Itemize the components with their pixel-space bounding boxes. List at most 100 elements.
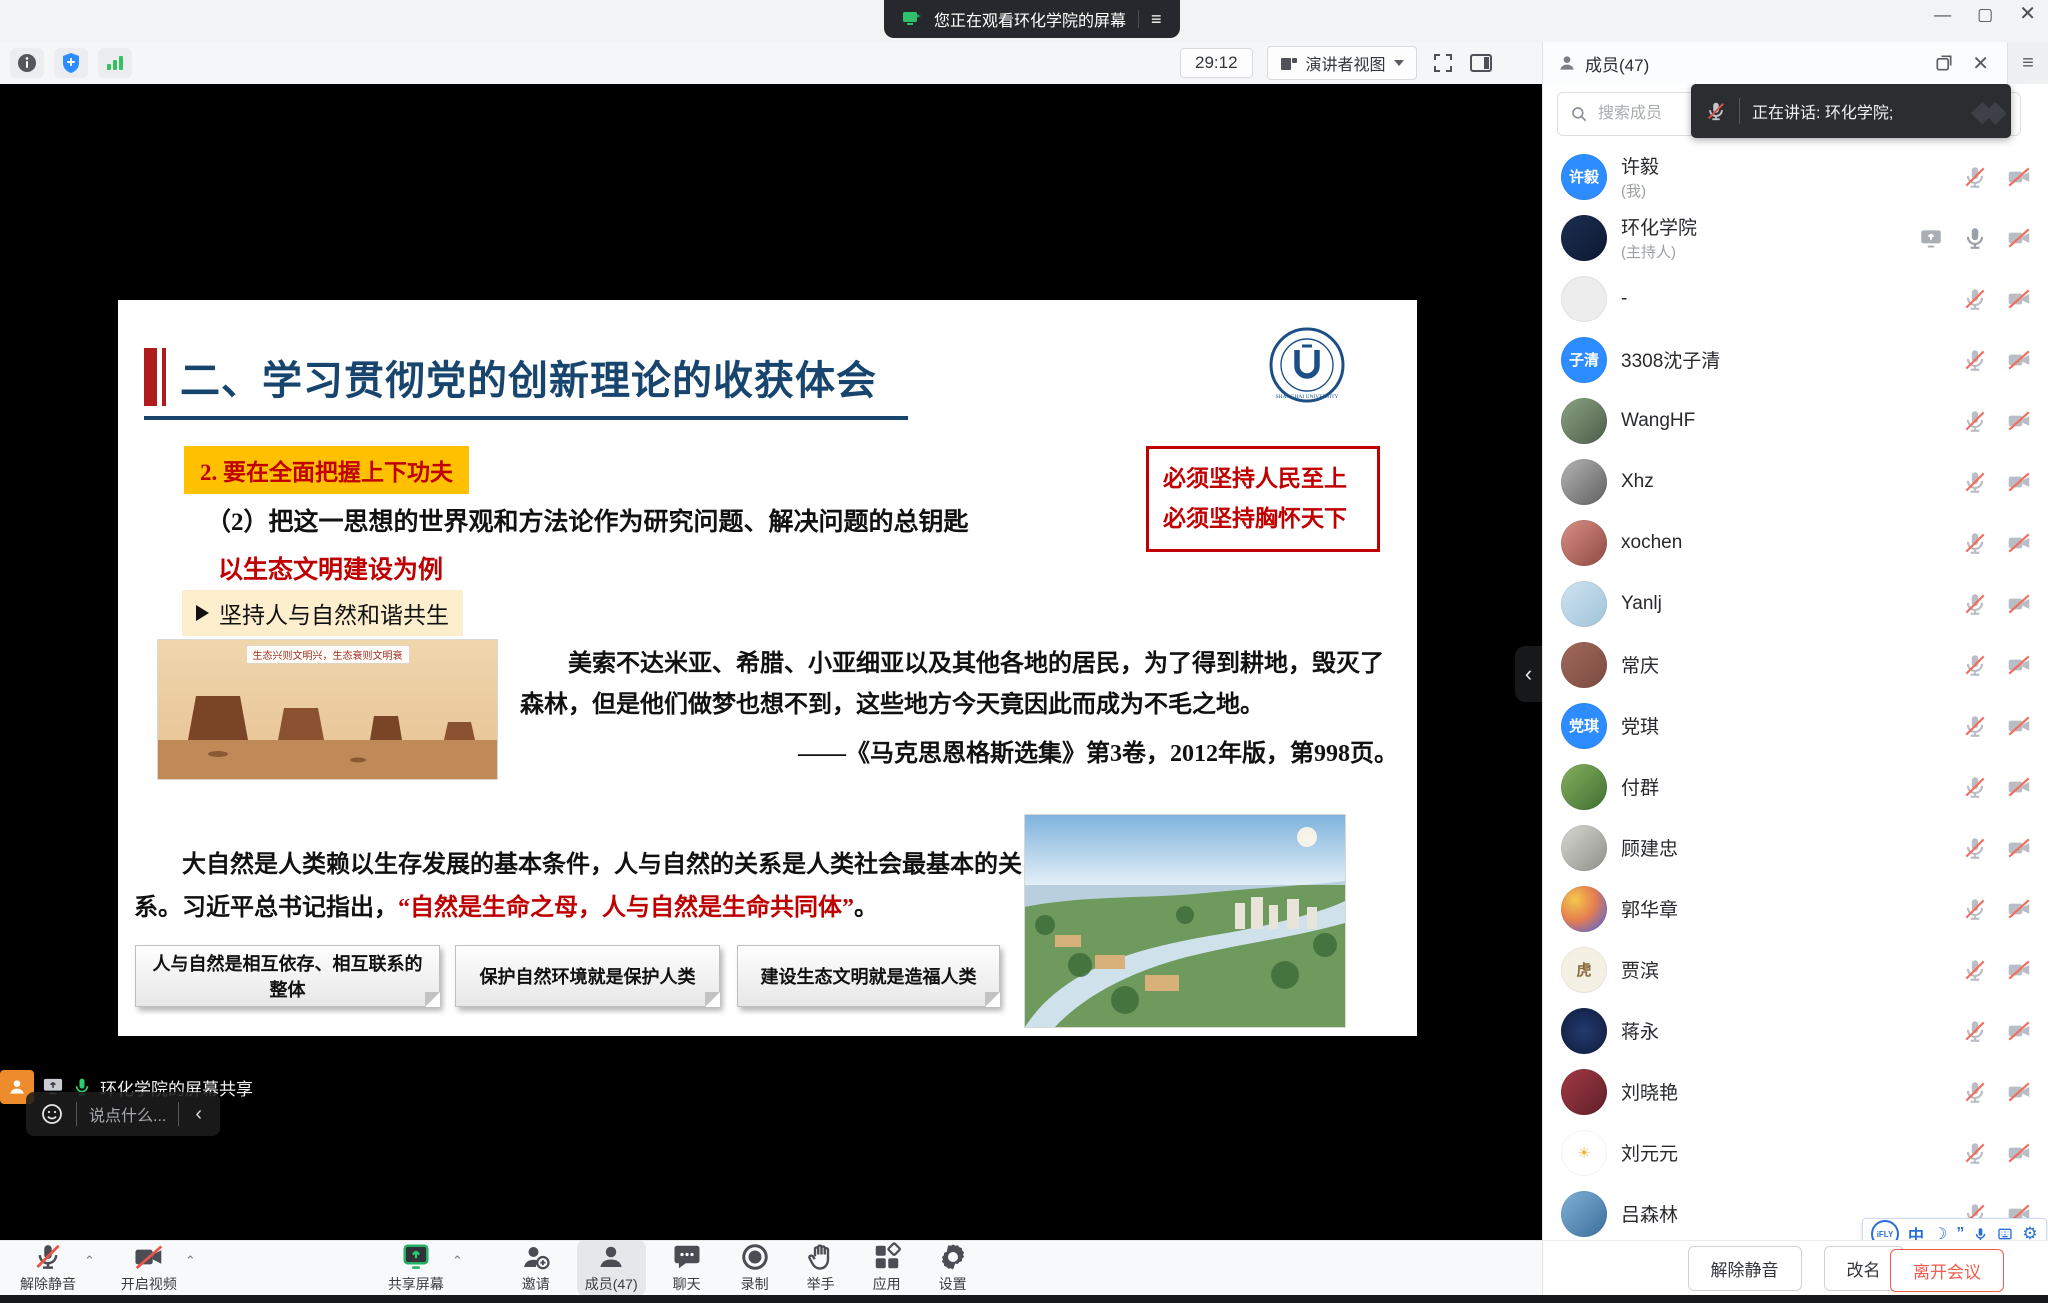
apps-button[interactable]: 应用 bbox=[864, 1240, 910, 1296]
member-row[interactable]: Yanlj bbox=[1543, 573, 2048, 634]
mic-muted-icon[interactable] bbox=[1962, 774, 1988, 800]
member-row[interactable]: 党琪 党琪 bbox=[1543, 695, 2048, 756]
camera-muted-icon[interactable] bbox=[2006, 957, 2032, 983]
chat-collapse-icon[interactable]: ‹ bbox=[191, 1103, 206, 1126]
mic-muted-icon[interactable] bbox=[1962, 469, 1988, 495]
mic-muted-icon[interactable] bbox=[1962, 713, 1988, 739]
camera-muted-icon[interactable] bbox=[2006, 713, 2032, 739]
mic-muted-icon[interactable] bbox=[1962, 164, 1988, 190]
unmute-button[interactable]: 解除静音 bbox=[1688, 1246, 1802, 1291]
share-options-chevron[interactable]: ⌃ bbox=[452, 1253, 463, 1269]
member-row[interactable]: 子清 3308沈子清 bbox=[1543, 329, 2048, 390]
members-button[interactable]: 成员(47) bbox=[577, 1240, 646, 1296]
camera-muted-icon[interactable] bbox=[2006, 530, 2032, 556]
fullscreen-icon[interactable] bbox=[1431, 51, 1455, 75]
network-signal-icon[interactable] bbox=[98, 48, 132, 78]
mic-muted-icon[interactable] bbox=[1962, 1018, 1988, 1044]
camera-muted-icon[interactable] bbox=[2006, 469, 2032, 495]
stage-collapse-handle[interactable]: ‹ bbox=[1515, 646, 1542, 702]
mic-muted-icon[interactable] bbox=[1962, 835, 1988, 861]
member-row[interactable]: 顾建忠 bbox=[1543, 817, 2048, 878]
mic-muted-icon[interactable] bbox=[1962, 591, 1988, 617]
mic-muted-icon[interactable] bbox=[1962, 286, 1988, 312]
camera-muted-icon[interactable] bbox=[2006, 347, 2032, 373]
member-row[interactable]: ☀ 刘元元 bbox=[1543, 1122, 2048, 1183]
emoji-icon[interactable] bbox=[40, 1102, 64, 1126]
video-options-chevron[interactable]: ⌃ bbox=[185, 1253, 196, 1269]
mic-on-icon[interactable] bbox=[1962, 225, 1988, 251]
mic-muted-icon[interactable] bbox=[1962, 1140, 1988, 1166]
camera-muted-icon[interactable] bbox=[2006, 286, 2032, 312]
member-row[interactable]: xochen bbox=[1543, 512, 2048, 573]
topbar-right-controls: 29:12 演讲者视图 bbox=[1180, 42, 1493, 84]
camera-muted-icon[interactable] bbox=[2006, 896, 2032, 922]
camera-muted-icon[interactable] bbox=[2006, 1140, 2032, 1166]
member-row[interactable]: 虎 贾滨 bbox=[1543, 939, 2048, 1000]
close-icon[interactable]: ✕ bbox=[2019, 4, 2036, 24]
camera-muted-icon[interactable] bbox=[2006, 835, 2032, 861]
camera-muted-icon[interactable] bbox=[2006, 164, 2032, 190]
member-row[interactable]: 刘晓艳 bbox=[1543, 1061, 2048, 1122]
mic-muted-icon[interactable] bbox=[1962, 652, 1988, 678]
member-row[interactable]: 环化学院 (主持人) bbox=[1543, 207, 2048, 268]
maximize-icon[interactable]: ▢ bbox=[1977, 6, 1993, 23]
share-screen-button[interactable]: 共享屏幕 bbox=[380, 1240, 452, 1296]
member-name: 党琪 bbox=[1621, 712, 1659, 739]
member-row[interactable]: 常庆 bbox=[1543, 634, 2048, 695]
member-name: Yanlj bbox=[1621, 593, 1662, 615]
member-avatar bbox=[1561, 459, 1607, 505]
record-button[interactable]: 录制 bbox=[732, 1240, 778, 1296]
invite-button[interactable]: 邀请 bbox=[513, 1240, 559, 1296]
mic-muted-icon[interactable] bbox=[1962, 347, 1988, 373]
camera-muted-icon[interactable] bbox=[2006, 225, 2032, 251]
settings-button[interactable]: 设置 bbox=[930, 1240, 976, 1296]
quick-chat-bar[interactable]: 说点什么... ‹ bbox=[26, 1092, 220, 1136]
mic-options-chevron[interactable]: ⌃ bbox=[84, 1253, 95, 1269]
panel-menu-icon[interactable]: ≡ bbox=[2007, 42, 2048, 84]
member-row[interactable]: 付群 bbox=[1543, 756, 2048, 817]
camera-muted-icon[interactable] bbox=[2006, 652, 2032, 678]
meeting-protect-shield-icon[interactable] bbox=[54, 48, 88, 78]
screen-share-icon bbox=[1918, 225, 1944, 251]
member-name: 郭华章 bbox=[1621, 895, 1678, 922]
member-name: 刘元元 bbox=[1621, 1139, 1678, 1166]
camera-muted-icon[interactable] bbox=[2006, 774, 2032, 800]
chat-button[interactable]: 聊天 bbox=[664, 1240, 710, 1296]
member-row[interactable]: - bbox=[1543, 268, 2048, 329]
member-row[interactable]: Xhz bbox=[1543, 451, 2048, 512]
camera-muted-icon[interactable] bbox=[2006, 408, 2032, 434]
member-row[interactable]: 许毅 许毅 (我) bbox=[1543, 146, 2048, 207]
mic-muted-icon[interactable] bbox=[1962, 957, 1988, 983]
camera-muted-icon[interactable] bbox=[2006, 1079, 2032, 1105]
pill-menu-icon[interactable]: ≡ bbox=[1151, 9, 1162, 30]
leave-meeting-button[interactable]: 离开会议 bbox=[1890, 1249, 2004, 1292]
pop-out-icon[interactable] bbox=[1934, 53, 1954, 73]
meeting-info-icon[interactable] bbox=[10, 48, 44, 78]
member-row[interactable]: WangHF bbox=[1543, 390, 2048, 451]
member-row[interactable]: 郭华章 bbox=[1543, 878, 2048, 939]
start-video-button[interactable]: 开启视频 bbox=[113, 1240, 185, 1296]
screen-green-icon bbox=[902, 10, 922, 28]
members-panel-title: 成员(47) bbox=[1585, 51, 1649, 76]
raise-hand-button[interactable]: 举手 bbox=[798, 1240, 844, 1296]
unmute-toolbar-button[interactable]: 解除静音 bbox=[12, 1240, 84, 1296]
mic-muted-icon[interactable] bbox=[1962, 408, 1988, 434]
member-name: Xhz bbox=[1621, 471, 1654, 493]
panel-close-icon[interactable]: ✕ bbox=[1972, 51, 1989, 76]
camera-muted-icon[interactable] bbox=[2006, 591, 2032, 617]
minimize-icon[interactable]: — bbox=[1934, 6, 1951, 23]
chat-input[interactable]: 说点什么... bbox=[89, 1102, 166, 1126]
mic-muted-icon[interactable] bbox=[1962, 1079, 1988, 1105]
member-role: (主持人) bbox=[1621, 241, 1697, 262]
view-mode-dropdown[interactable]: 演讲者视图 bbox=[1267, 46, 1417, 80]
member-avatar bbox=[1561, 398, 1607, 444]
member-avatar: 党琪 bbox=[1561, 703, 1607, 749]
members-panel: 正在讲话: 环化学院; ◆◆ 许毅 许毅 (我) bbox=[1542, 84, 2048, 1240]
side-panel-toggle-icon[interactable] bbox=[1469, 51, 1493, 75]
slide-bullet: 坚持人与自然和谐共生 bbox=[182, 590, 463, 636]
member-row[interactable]: 蒋永 bbox=[1543, 1000, 2048, 1061]
meeting-timer: 29:12 bbox=[1180, 48, 1253, 78]
mic-muted-icon[interactable] bbox=[1962, 896, 1988, 922]
camera-muted-icon[interactable] bbox=[2006, 1018, 2032, 1044]
mic-muted-icon[interactable] bbox=[1962, 530, 1988, 556]
